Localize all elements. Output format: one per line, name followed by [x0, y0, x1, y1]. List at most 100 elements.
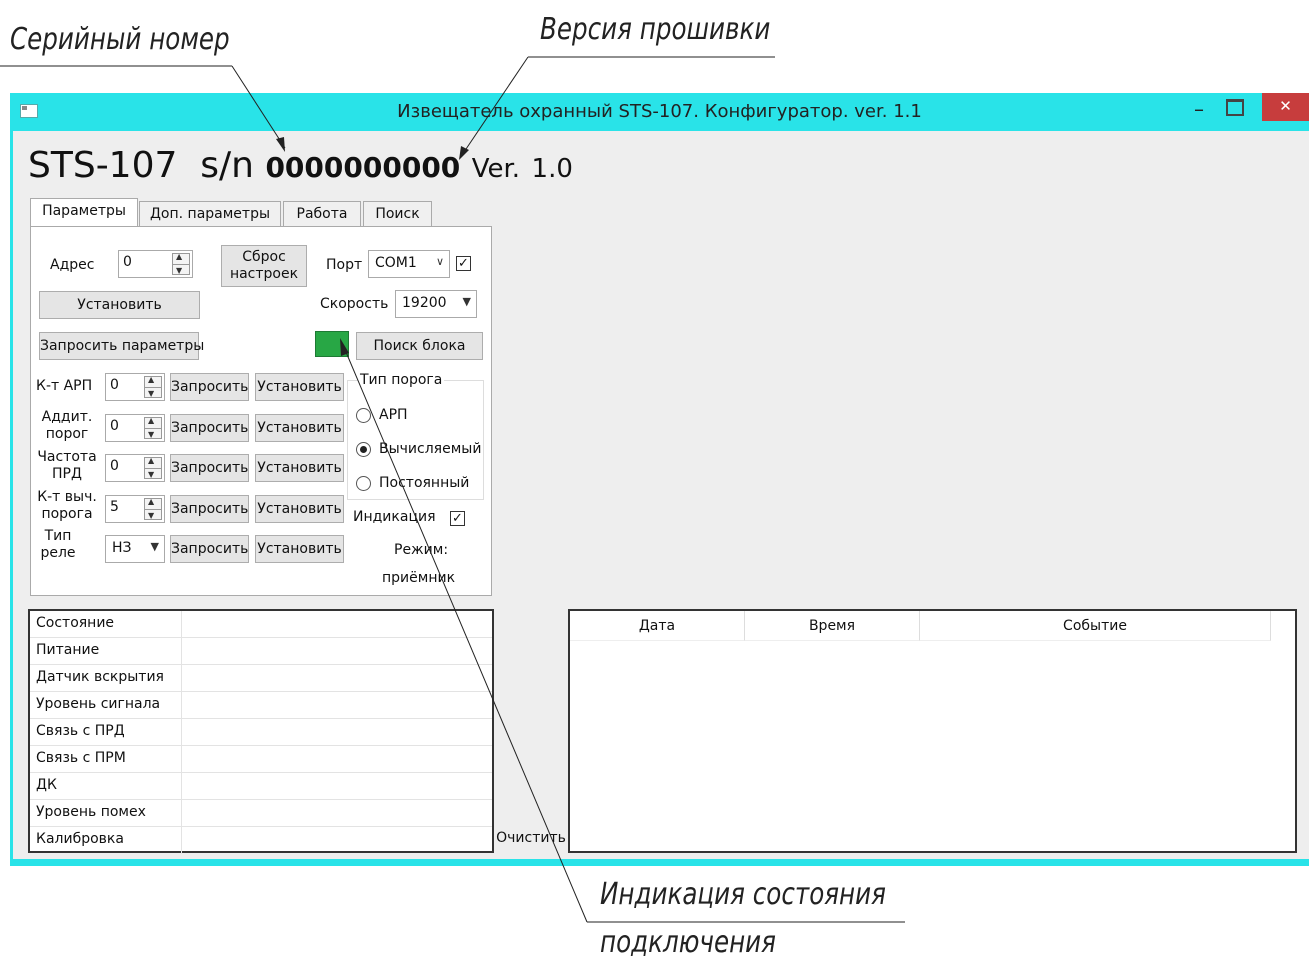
tx-frequency-spinner[interactable]: 0	[105, 454, 165, 482]
spinner-arrows-icon[interactable]	[144, 416, 162, 439]
speed-label: Скорость	[320, 296, 389, 312]
request-additive-threshold-button[interactable]: Запросить	[170, 414, 249, 442]
set-arp-coef-button[interactable]: Установить	[255, 373, 344, 401]
status-name: Уровень помех	[36, 804, 146, 820]
annotation-connection-indication-line1: Индикация состояния	[600, 877, 886, 912]
status-name: ДК	[36, 777, 57, 793]
set-address-button[interactable]: Установить	[39, 291, 200, 319]
request-arp-coef-button[interactable]: Запросить	[170, 373, 249, 401]
app-window: Извещатель охранный STS-107. Конфигурато…	[10, 93, 1309, 866]
window-title: Извещатель охранный STS-107. Конфигурато…	[397, 101, 922, 122]
threshold-type-label: Тип порога	[358, 372, 445, 388]
spinner-arrows-icon[interactable]	[172, 252, 190, 275]
connection-status-indicator	[315, 331, 349, 357]
column-header-time[interactable]: Время	[745, 611, 920, 641]
clear-button[interactable]: Очистить	[494, 826, 568, 852]
tx-frequency-label: Частота ПРД	[36, 449, 98, 483]
relay-type-value: НЗ	[112, 540, 132, 556]
annotation-connection-indication-line2: подключения	[600, 925, 776, 960]
additive-threshold-label-line1: Аддит.	[41, 409, 93, 425]
status-name: Связь с ПРМ	[36, 750, 126, 766]
address-value: 0	[123, 254, 132, 270]
close-button[interactable]: ✕	[1262, 93, 1309, 121]
threshold-calc-coef-spinner[interactable]: 5	[105, 495, 165, 523]
reset-label-line2: настроек	[229, 266, 299, 282]
additive-threshold-spinner[interactable]: 0	[105, 414, 165, 442]
request-threshold-calc-coef-button[interactable]: Запросить	[170, 495, 249, 523]
speed-value: 19200	[402, 295, 447, 311]
reset-settings-button[interactable]: Сброс настроек	[221, 245, 307, 287]
address-label: Адрес	[50, 257, 95, 273]
column-header-date[interactable]: Дата	[570, 611, 745, 641]
indication-checkbox[interactable]: ✓	[450, 511, 465, 526]
relay-type-label-line1: Тип	[44, 528, 72, 544]
status-row: Связь с ПРД	[30, 719, 492, 746]
request-relay-type-button[interactable]: Запросить	[170, 535, 249, 563]
arp-coef-spinner[interactable]: 0	[105, 373, 165, 401]
reset-label-line1: Сброс	[242, 249, 286, 265]
firmware-version: 1.0	[531, 154, 573, 184]
status-name: Связь с ПРД	[36, 723, 125, 739]
port-label: Порт	[326, 257, 363, 273]
relay-type-label-line2: реле	[40, 545, 76, 561]
window-border-left	[10, 131, 13, 861]
column-header-event[interactable]: Событие	[920, 611, 1271, 641]
set-tx-frequency-button[interactable]: Установить	[255, 454, 344, 482]
tab-search[interactable]: Поиск	[363, 201, 432, 226]
request-parameters-button[interactable]: Запросить параметры	[39, 332, 204, 360]
status-row: Состояние	[30, 611, 492, 638]
mode-value: приёмник	[382, 570, 456, 586]
dropdown-arrow-icon: ▼	[462, 295, 471, 308]
search-unit-button[interactable]: Поиск блока	[356, 332, 483, 360]
annotation-firmware-version: Версия прошивки	[540, 12, 771, 47]
tab-work[interactable]: Работа	[283, 201, 361, 226]
device-header: STS-107 s/n 0000000000 Ver. 1.0	[28, 145, 573, 186]
spinner-arrows-icon[interactable]	[144, 375, 162, 398]
threshold-calc-coef-label: К-т выч. порога	[36, 489, 98, 523]
threshold-constant-label: Постоянный	[379, 475, 470, 491]
tab-parameters[interactable]: Параметры	[30, 198, 138, 227]
status-row: Калибровка	[30, 827, 492, 854]
maximize-button[interactable]	[1226, 99, 1244, 116]
additive-threshold-value: 0	[110, 418, 119, 434]
threshold-calc-coef-label-line2: порога	[41, 506, 93, 522]
speed-select[interactable]: 19200 ▼	[395, 290, 477, 318]
threshold-arp-radio[interactable]	[356, 408, 371, 423]
status-row: Уровень сигнала	[30, 692, 492, 719]
status-value	[181, 800, 493, 826]
tx-frequency-value: 0	[110, 458, 119, 474]
request-tx-frequency-button[interactable]: Запросить	[170, 454, 249, 482]
status-value	[181, 746, 493, 772]
tx-frequency-label-line2: ПРД	[52, 466, 82, 482]
set-threshold-calc-coef-button[interactable]: Установить	[255, 495, 344, 523]
port-select[interactable]: COM1 ∨	[368, 250, 450, 278]
spinner-arrows-icon[interactable]	[144, 456, 162, 479]
tab-extra-parameters[interactable]: Доп. параметры	[139, 201, 281, 226]
threshold-calculated-label: Вычисляемый	[379, 441, 482, 457]
port-value: COM1	[375, 255, 417, 271]
mode-label: Режим:	[394, 542, 449, 558]
threshold-calc-coef-label-line1: К-т выч.	[37, 489, 97, 505]
set-relay-type-button[interactable]: Установить	[255, 535, 344, 563]
status-row: Уровень помех	[30, 800, 492, 827]
title-bar[interactable]: Извещатель охранный STS-107. Конфигурато…	[10, 93, 1309, 131]
status-value	[181, 638, 493, 664]
status-value	[181, 719, 493, 745]
minimize-button[interactable]: –	[1187, 97, 1211, 121]
threshold-calculated-radio[interactable]	[356, 442, 371, 457]
relay-type-select[interactable]: НЗ ▼	[105, 535, 165, 563]
status-name: Калибровка	[36, 831, 124, 847]
annotation-serial-number: Серийный номер	[10, 22, 230, 57]
threshold-constant-radio[interactable]	[356, 476, 371, 491]
status-name: Питание	[36, 642, 100, 658]
port-checkbox[interactable]: ✓	[456, 256, 471, 271]
device-model: STS-107	[28, 145, 178, 186]
status-value	[181, 665, 493, 691]
dropdown-arrow-icon: ▼	[150, 540, 159, 553]
address-spinner[interactable]: 0	[118, 250, 193, 278]
set-additive-threshold-button[interactable]: Установить	[255, 414, 344, 442]
spinner-arrows-icon[interactable]	[144, 497, 162, 520]
indication-label: Индикация	[353, 509, 436, 525]
status-value	[181, 773, 493, 799]
serial-number: 0000000000	[265, 151, 461, 184]
